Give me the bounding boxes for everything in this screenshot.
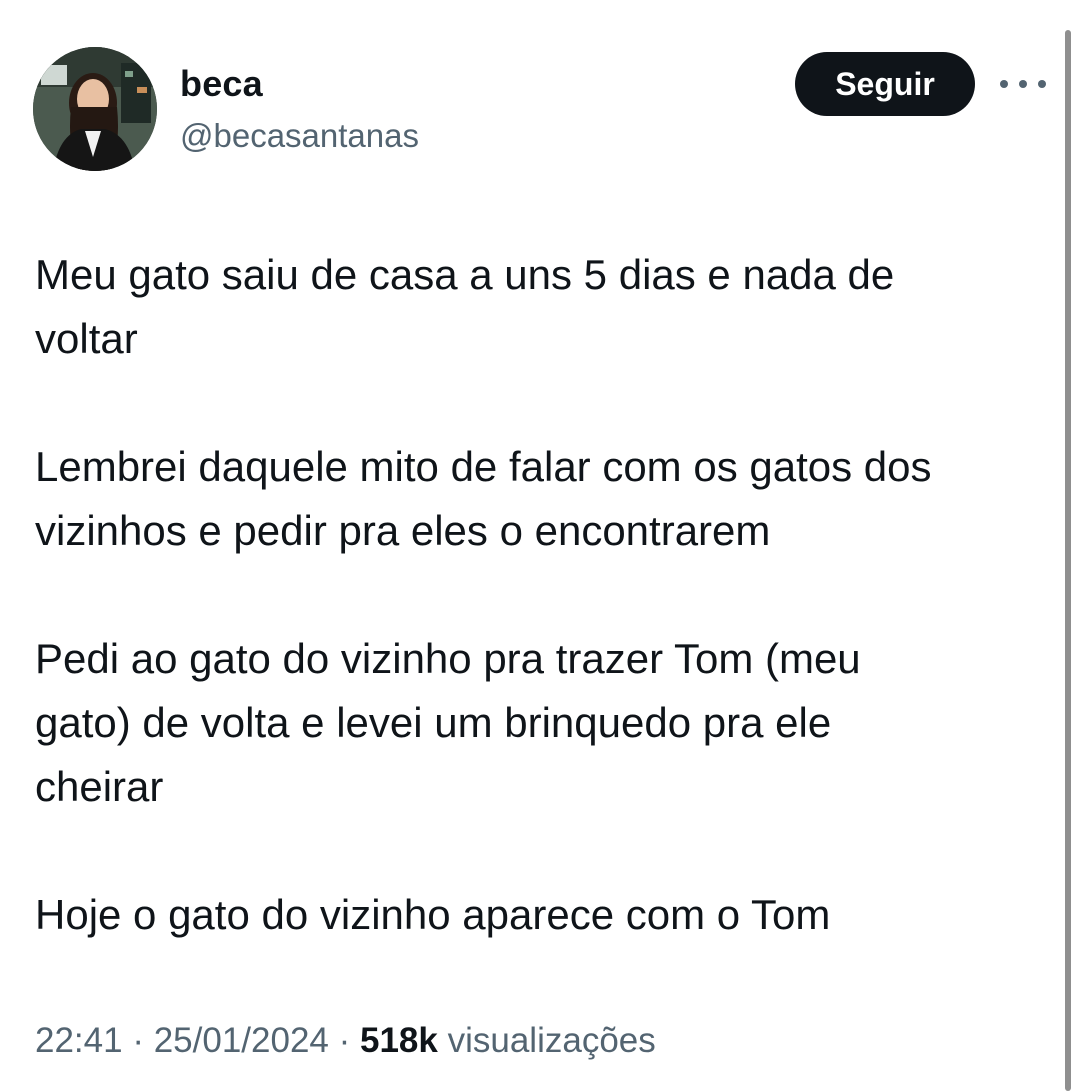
more-dot <box>1038 80 1046 88</box>
tweet-paragraph: Meu gato saiu de casa a uns 5 dias e nad… <box>35 251 895 362</box>
tweet-metadata: 22:41 · 25/01/2024 · 518k visualizações <box>35 1016 656 1066</box>
meta-separator: · <box>328 1021 360 1060</box>
views-label: visualizações <box>447 1021 656 1060</box>
tweet-paragraph: Hoje o gato do vizinho aparece com o Tom <box>35 891 831 938</box>
tweet-date[interactable]: 25/01/2024 <box>154 1021 329 1060</box>
follow-button[interactable]: Seguir <box>795 52 975 116</box>
scrollbar[interactable] <box>1065 30 1071 1091</box>
author-display-name[interactable]: beca <box>180 62 263 106</box>
tweet-time[interactable]: 22:41 <box>35 1021 123 1060</box>
more-dot <box>1019 80 1027 88</box>
more-options-icon[interactable] <box>1000 70 1046 98</box>
author-handle[interactable]: @becasantanas <box>180 115 419 157</box>
tweet-text: Meu gato saiu de casa a uns 5 dias e nad… <box>35 243 1055 947</box>
views-count[interactable]: 518k <box>360 1021 438 1060</box>
tweet-paragraph: Pedi ao gato do vizinho pra trazer Tom (… <box>35 635 861 810</box>
profile-photo-icon <box>33 47 157 171</box>
avatar[interactable] <box>33 47 157 171</box>
tweet-paragraph: Lembrei daquele mito de falar com os gat… <box>35 443 932 554</box>
more-dot <box>1000 80 1008 88</box>
meta-separator: · <box>122 1021 154 1060</box>
